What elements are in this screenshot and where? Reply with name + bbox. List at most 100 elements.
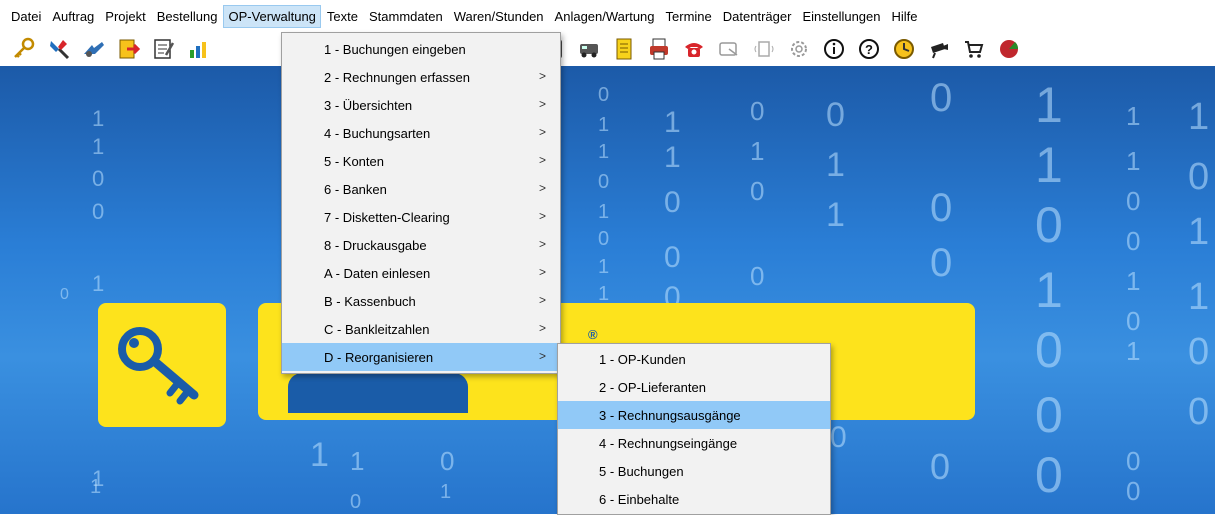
binary-digit: 0 [92,199,105,224]
binary-digit: 0 [664,186,681,219]
submenu-item[interactable]: 4 - Rechnungseingänge [558,429,830,457]
binary-digit: 1 [1035,137,1063,193]
menu-auftrag[interactable]: Auftrag [47,5,99,28]
submenu-arrow-icon: > [538,181,546,195]
op-menu-item[interactable]: 5 - Konten > [282,147,560,175]
submenu-arrow-icon: > [538,97,546,111]
menu-texte[interactable]: Texte [322,5,363,28]
op-menu-item[interactable]: 3 - Übersichten > [282,91,560,119]
op-menu-item[interactable]: 8 - Druckausgabe > [282,231,560,259]
binary-digit: 1 [92,106,105,131]
binary-digit: 1 [826,196,845,234]
binary-digit: 0 [1126,186,1141,216]
binary-digit: 0 [598,228,610,250]
binary-digit: 1 [1126,266,1141,296]
menu-item-label: 1 - Buchungen eingeben [324,41,466,57]
menu-item-label: 4 - Buchungsarten [324,125,431,141]
logo-key-tile [98,303,226,427]
binary-digit: 1 [598,256,610,278]
submenu-item[interactable]: 5 - Buchungen [558,457,830,485]
menu-item-label: C - Bankleitzahlen [324,321,430,337]
edit-arrow-icon[interactable] [115,35,143,63]
registered-mark: ® [588,327,598,342]
menu-einstellungen[interactable]: Einstellungen [797,5,885,28]
submenu-item[interactable]: 6 - Einbehalte [558,485,830,513]
binary-digit: 0 [92,166,105,191]
binary-digit: 0 [1035,197,1063,253]
op-menu-item[interactable]: D - Reorganisieren > [282,343,560,371]
key-icon[interactable] [10,35,38,63]
submenu-item[interactable]: 2 - OP-Lieferanten [558,373,830,401]
binary-digit: 0 [830,421,847,454]
camera-icon[interactable] [925,35,953,63]
binary-digit: 1 [440,481,452,503]
op-menu-item[interactable]: A - Daten einlesen > [282,259,560,287]
menu-projekt[interactable]: Projekt [100,5,150,28]
help-icon[interactable]: ? [855,35,883,63]
binary-digit: 1 [1126,146,1141,176]
tools-icon[interactable] [45,35,73,63]
fax-icon[interactable] [750,35,778,63]
binary-digit: 0 [1035,387,1063,443]
printer-icon[interactable] [645,35,673,63]
op-menu-item[interactable]: 2 - Rechnungen erfassen > [282,63,560,91]
telephone-icon[interactable] [680,35,708,63]
menu-datei[interactable]: Datei [6,5,46,28]
truck-icon[interactable] [575,35,603,63]
binary-digit: 0 [1126,306,1141,336]
op-menu-item[interactable]: 1 - Buchungen eingeben [282,35,560,63]
binary-digit: 0 [826,96,845,134]
submenu-arrow-icon: > [538,153,546,167]
op-menu-item[interactable]: 7 - Disketten-Clearing > [282,203,560,231]
submenu-arrow-icon: > [538,125,546,139]
notepad-icon[interactable] [150,35,178,63]
menu-item-label: 8 - Druckausgabe [324,237,427,253]
op-menu-item[interactable]: B - Kassenbuch > [282,287,560,315]
binary-digit: 0 [1126,446,1141,476]
menu-bestellung[interactable]: Bestellung [152,5,223,28]
binary-digit: 1 [1188,211,1210,253]
exit-icon[interactable] [995,35,1023,63]
op-menu-item[interactable]: 4 - Buchungsarten > [282,119,560,147]
binary-digit: 0 [1188,331,1210,373]
submenu-item[interactable]: 1 - OP-Kunden [558,345,830,373]
bar-chart-icon[interactable] [185,35,213,63]
binary-digit: 1 [1035,262,1063,318]
cart-icon[interactable] [960,35,988,63]
settings-icon[interactable] [785,35,813,63]
menu-datenträger[interactable]: Datenträger [718,5,797,28]
binary-digit: 0 [350,491,362,513]
yellow-notes-icon[interactable] [610,35,638,63]
menu-op-verwaltung[interactable]: OP-Verwaltung [223,4,321,28]
binary-digit: 0 [1035,447,1063,503]
binary-digit: 1 [1126,336,1141,366]
menu-stammdaten[interactable]: Stammdaten [364,5,448,28]
binary-digit: 1 [826,146,845,184]
clock-icon[interactable] [890,35,918,63]
menu-item-label: D - Reorganisieren [324,349,434,365]
op-menu-item[interactable]: C - Bankleitzahlen > [282,315,560,343]
binary-digit: 0 [598,171,610,193]
submenu-item[interactable]: 3 - Rechnungsausgänge [558,401,830,429]
menu-termine[interactable]: Termine [661,5,717,28]
binary-digit: 1 [92,271,105,296]
binary-digit: 0 [1188,391,1210,433]
binary-digit: 0 [60,286,69,303]
binary-digit: 0 [1035,322,1063,378]
binary-digit: 0 [750,261,765,291]
menu-item-label: 5 - Konten [324,153,384,169]
scanner-icon[interactable] [715,35,743,63]
binoculars-icon[interactable] [80,35,108,63]
menu-item-label: 5 - Buchungen [599,463,684,479]
menu-item-label: 2 - Rechnungen erfassen [324,69,470,85]
op-menu-item[interactable]: 6 - Banken > [282,175,560,203]
binary-digit: 0 [1126,476,1141,506]
binary-digit: 0 [598,84,610,106]
binary-digit: 1 [90,476,102,498]
menu-anlagen-wartung[interactable]: Anlagen/Wartung [550,5,660,28]
menu-waren-stunden[interactable]: Waren/Stunden [449,5,549,28]
menu-hilfe[interactable]: Hilfe [887,5,923,28]
binary-digit: 1 [598,141,610,163]
info-icon[interactable] [820,35,848,63]
binary-digit: 0 [750,176,765,206]
